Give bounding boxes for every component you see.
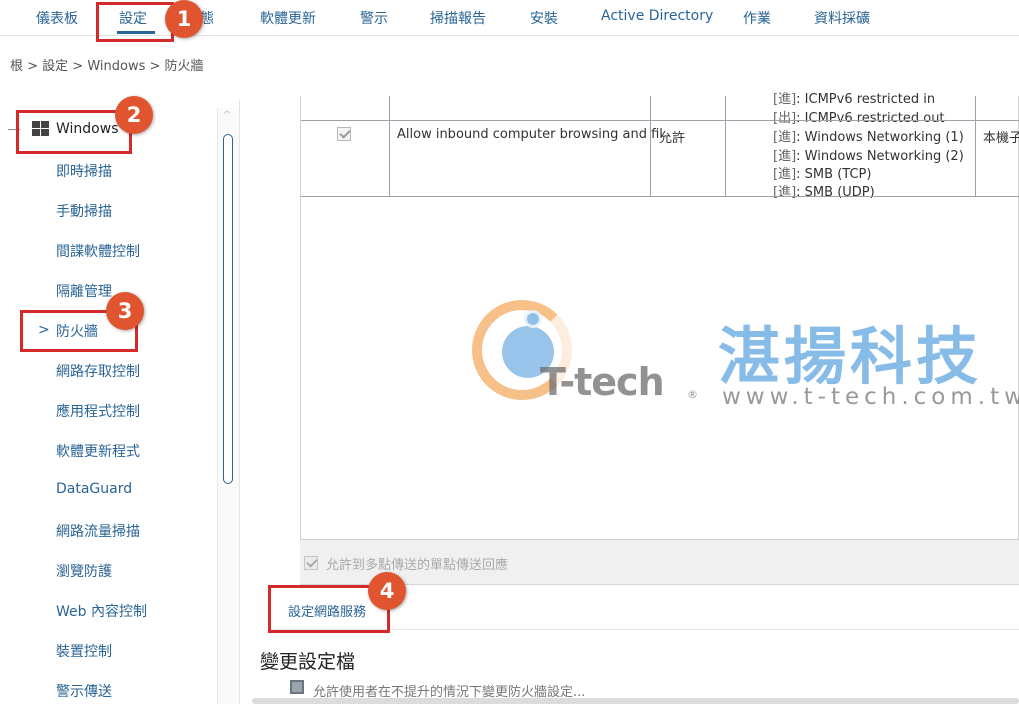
section-title-change-profile: 變更設定檔: [260, 651, 356, 673]
multicast-checkbox[interactable]: [304, 556, 318, 570]
sidebar-item-web-content-control[interactable]: Web 內容控制: [56, 601, 147, 621]
horizontal-scrollbar[interactable]: [252, 698, 1019, 704]
nav-active-directory[interactable]: Active Directory: [601, 8, 713, 24]
sidebar-item-browsing-protection[interactable]: 瀏覽防護: [56, 561, 112, 581]
service-line: [進]: SMB (TCP): [773, 167, 872, 182]
callout-badge-4: 4: [368, 572, 406, 610]
callout-badge-3: 3: [106, 292, 144, 330]
nav-alerts[interactable]: 警示: [360, 8, 388, 28]
highlight-box-settings: [96, 2, 174, 42]
nav-jobs[interactable]: 作業: [743, 8, 771, 28]
nav-install[interactable]: 安裝: [530, 8, 558, 28]
multicast-label: 允許到多點傳送的單點傳送回應: [326, 558, 509, 573]
sidebar-item-software-updater[interactable]: 軟體更新程式: [56, 441, 140, 461]
callout-badge-1: 1: [165, 0, 203, 38]
nav-data-mining[interactable]: 資料採礦: [814, 8, 870, 28]
sidebar-item-alert-forwarding[interactable]: 警示傳送: [56, 681, 112, 701]
sidebar-item-realtime-scan[interactable]: 即時掃描: [56, 161, 112, 181]
sidebar-item-network-traffic-scan[interactable]: 網路流量掃描: [56, 521, 140, 541]
sidebar-item-quarantine[interactable]: 隔離管理: [56, 281, 112, 301]
scrollbar-thumb[interactable]: [223, 134, 233, 484]
nav-scan-reports[interactable]: 掃描報告: [430, 8, 486, 28]
sidebar: Windows 即時掃描 手動掃描 間諜軟體控制 隔離管理 > 防火牆 網路存取…: [0, 100, 240, 704]
sidebar-item-manual-scan[interactable]: 手動掃描: [56, 201, 112, 221]
sidebar-item-network-access-control[interactable]: 網路存取控制: [56, 361, 140, 381]
sidebar-item-spyware-control[interactable]: 間諜軟體控制: [56, 241, 140, 261]
nav-dashboard[interactable]: 儀表板: [36, 8, 78, 28]
multicast-option-row: 允許到多點傳送的單點傳送回應: [300, 540, 1019, 585]
breadcrumb: 根 > 設定 > Windows > 防火牆: [10, 59, 204, 74]
service-line: [進]: Windows Networking (2): [773, 149, 964, 164]
service-line: [進]: ICMPv6 restricted in: [773, 92, 936, 107]
firewall-rules-table: [進]: ICMPv6 restricted in [出]: ICMPv6 re…: [300, 92, 1019, 540]
service-line: [進]: SMB (UDP): [773, 185, 875, 200]
sidebar-scrollbar[interactable]: ^: [217, 108, 239, 704]
sidebar-item-application-control[interactable]: 應用程式控制: [56, 401, 140, 421]
scroll-up-icon[interactable]: ^: [223, 110, 231, 121]
rule-enabled-checkbox[interactable]: [337, 127, 351, 141]
service-line: [出]: ICMPv6 restricted out: [773, 111, 945, 126]
allow-user-change-checkbox[interactable]: [290, 680, 304, 694]
rule-name[interactable]: Allow inbound computer browsing and fil: [397, 127, 663, 142]
rule-action: 允許: [659, 131, 686, 146]
sidebar-item-dataguard[interactable]: DataGuard: [56, 481, 132, 497]
callout-badge-2: 2: [115, 96, 153, 134]
rule-scope: 本機子: [983, 131, 1019, 146]
service-line: [進]: Windows Networking (1): [773, 130, 964, 145]
nav-software-update[interactable]: 軟體更新: [260, 8, 316, 28]
sidebar-item-device-control[interactable]: 裝置控制: [56, 641, 112, 661]
